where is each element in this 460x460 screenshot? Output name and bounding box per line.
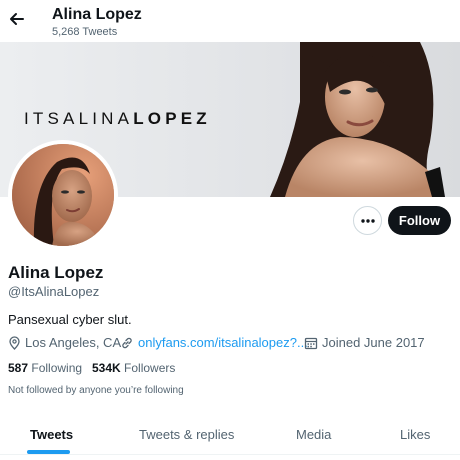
location-pin-icon	[9, 335, 20, 350]
bio: Pansexual cyber slut.	[8, 312, 132, 327]
following-stat[interactable]: 587 Following	[8, 361, 82, 375]
banner-text-light: ITSALINA	[24, 109, 134, 128]
header-title: Alina Lopez	[52, 6, 142, 23]
display-name: Alina Lopez	[8, 263, 104, 282]
banner-text-bold: LOPEZ	[133, 109, 211, 128]
tab-media[interactable]: Media	[296, 427, 331, 442]
profile-tabs: Tweets Tweets & replies Media Likes	[0, 414, 460, 454]
avatar[interactable]	[8, 140, 118, 250]
joined-item: Joined June 2017	[304, 335, 425, 350]
website-item[interactable]: onlyfans.com/itsalinalopez?...	[120, 335, 308, 350]
tweet-count: 5,268 Tweets	[52, 26, 118, 38]
website-link[interactable]: onlyfans.com/itsalinalopez?...	[138, 335, 308, 350]
followers-label: Followers	[124, 361, 176, 375]
banner-text: ITSALINALOPEZ	[24, 109, 211, 129]
avatar-photo	[12, 144, 114, 246]
location-item: Los Angeles, CA	[8, 335, 121, 350]
link-icon	[122, 337, 132, 348]
calendar-icon	[304, 337, 318, 349]
more-options-icon	[360, 218, 375, 223]
joined-text: Joined June 2017	[322, 335, 425, 350]
more-options-button[interactable]	[353, 206, 382, 235]
arrow-left-icon	[10, 13, 24, 25]
following-label: Following	[31, 361, 83, 375]
followers-stat[interactable]: 534K Followers	[92, 361, 175, 375]
handle: @ItsAlinaLopez	[8, 284, 100, 299]
followers-count: 534K	[92, 361, 121, 375]
tab-likes[interactable]: Likes	[400, 427, 430, 442]
following-count: 587	[8, 361, 29, 375]
tab-tweets-and-replies[interactable]: Tweets & replies	[139, 427, 234, 442]
follow-button[interactable]: Follow	[388, 206, 451, 235]
tab-tweets[interactable]: Tweets	[30, 427, 73, 442]
location-text: Los Angeles, CA	[25, 335, 122, 350]
back-button[interactable]	[6, 8, 28, 30]
followed-by-note: Not followed by anyone you’re following	[8, 385, 184, 396]
top-bar: Alina Lopez 5,268 Tweets	[0, 0, 460, 42]
tabs-divider	[0, 454, 460, 455]
